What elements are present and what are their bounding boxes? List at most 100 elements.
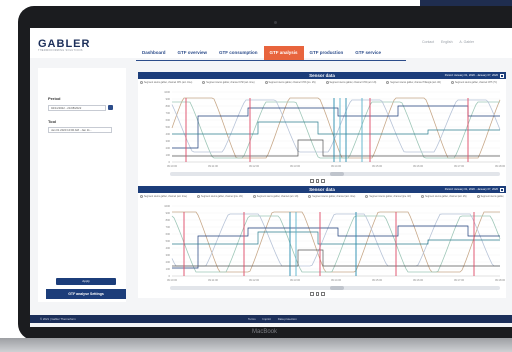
legend-toggle-icon[interactable] [308, 194, 312, 198]
legend-label: Segment stems gabler, channel CH4 (act. … [329, 82, 377, 84]
x-tick-label: 09:14:00 [331, 164, 342, 168]
legend-toggle-icon[interactable] [140, 80, 143, 84]
tab-gtf-production[interactable]: GTF production [304, 46, 350, 60]
y-tick-label: 600 [166, 232, 171, 236]
y-tick-label: 300 [166, 253, 171, 257]
legend-item[interactable]: Segment stems gabler, channel (act. time… [140, 194, 192, 198]
legend-toggle-icon[interactable] [450, 80, 454, 84]
x-tick-label: 09:14:00 [331, 278, 342, 282]
legend-label: Segment stems gabler, channel (pre. kN) [369, 196, 412, 198]
legend-toggle-icon[interactable] [197, 194, 201, 198]
panel-header: Sensor data Period: January 01, 2020 - J… [138, 186, 506, 193]
calendar-icon[interactable] [108, 105, 113, 110]
x-tick-label: 09:12:00 [249, 164, 260, 168]
x-tick-label: 09:13:00 [290, 278, 301, 282]
settings-button[interactable]: GTF analyse Settings [46, 289, 126, 299]
range-slider[interactable] [170, 286, 500, 290]
legend-toggle-icon[interactable] [202, 80, 206, 84]
slider-thumb[interactable] [330, 286, 344, 290]
sensor-panel-2: Sensor data Period: January 01, 2020 - J… [138, 186, 506, 298]
slider-thumb[interactable] [330, 172, 344, 176]
reset-icon[interactable] [315, 292, 319, 296]
zoom-out-icon[interactable] [310, 292, 314, 296]
legend-label: Segment stems gabler, channel (act. time… [144, 196, 188, 198]
legend-toggle-icon[interactable] [365, 194, 369, 198]
apply-button[interactable]: Apply [56, 278, 116, 285]
contact-link[interactable]: Contact [422, 40, 434, 44]
legend-item[interactable]: Segment stems gabler, channel (°C) [476, 194, 504, 198]
laptop-base [0, 338, 512, 352]
y-tick-label: 800 [166, 218, 171, 222]
zoom-out-icon[interactable] [310, 179, 314, 183]
zoom-in-icon[interactable] [321, 179, 325, 183]
period-label: Period [48, 96, 61, 101]
legend-item[interactable]: Segment stems gabler, channel (pre. kN) [197, 194, 248, 198]
series-line [171, 97, 501, 159]
legend-toggle-icon[interactable] [476, 194, 480, 198]
legend-item[interactable]: Segment stems gabler, channel (pre. kN) [365, 194, 416, 198]
app-footer: © 2021 | Gabler Thermoform Terms Imprint… [30, 315, 512, 323]
tab-gtf-overview[interactable]: GTF overview [172, 46, 214, 60]
footer-link-terms[interactable]: Terms [248, 317, 256, 321]
y-tick-label: 0 [169, 160, 171, 164]
legend-item[interactable]: Segment stems gabler, channel CH2 (act. … [202, 80, 259, 84]
y-tick-label: 700 [166, 225, 171, 229]
tab-gtf-service[interactable]: GTF service [349, 46, 387, 60]
y-tick-label: 400 [166, 132, 171, 136]
zoom-in-icon[interactable] [321, 292, 325, 296]
y-tick-label: 500 [166, 125, 171, 129]
x-tick-label: 09:15:00 [372, 164, 383, 168]
range-slider[interactable] [170, 172, 500, 176]
main-nav: Dashboard GTF overview GTF consumption G… [136, 46, 387, 60]
header-actions: Contact English A. Gabler [422, 40, 480, 44]
legend-toggle-icon[interactable] [325, 80, 329, 84]
language-select[interactable]: English [441, 40, 452, 44]
user-menu[interactable]: A. Gabler [459, 40, 474, 44]
legend-item[interactable]: Segment stems gabler, channel (act. time… [308, 194, 360, 198]
zoom-controls [310, 179, 327, 183]
period-input[interactable]: 04/11/2022 - 21/08/2022 [48, 105, 106, 111]
legend-toggle-icon[interactable] [252, 194, 256, 198]
reset-icon[interactable] [315, 179, 319, 183]
y-tick-label: 0 [169, 274, 171, 278]
legend-toggle-icon[interactable] [264, 80, 268, 84]
footer-link-privacy[interactable]: Data protection [278, 317, 297, 321]
x-tick-label: 09:13:00 [290, 164, 301, 168]
legend-item[interactable]: Segment stems gabler, channel CH5 (°C) [450, 80, 502, 84]
sensor-panel-1: Sensor data Period: January 01, 2020 - J… [138, 72, 506, 186]
legend-item[interactable]: Segment stems gabler, channel (act. kN) [421, 194, 472, 198]
nav-divider [136, 60, 406, 61]
panel-period: Period: January 01, 2020 - January 07, 2… [444, 73, 498, 77]
y-tick-label: 700 [166, 111, 171, 115]
legend-label: Segment stems gabler, channel (act. kN) [425, 196, 467, 198]
tab-gtf-consumption[interactable]: GTF consumption [213, 46, 264, 60]
expand-icon[interactable] [500, 187, 504, 192]
filter-sidebar [38, 68, 126, 302]
legend-item[interactable]: Segment stems gabler, channel Tiltangle … [386, 80, 446, 84]
legend-toggle-icon[interactable] [140, 194, 143, 198]
y-tick-label: 100 [166, 267, 171, 271]
tab-dashboard[interactable]: Dashboard [136, 46, 172, 60]
legend-label: Segment stems gabler, channel (pre. kN) [201, 196, 243, 198]
legend-toggle-icon[interactable] [386, 80, 390, 84]
x-tick-label: 09:16:00 [413, 164, 424, 168]
tool-select[interactable]: Jan 01 2020 10:00 AM - Jan 11... [48, 127, 112, 133]
legend-item[interactable]: Segment stems gabler, channel (act. kN) [252, 194, 304, 198]
x-tick-label: 09:18:00 [495, 164, 506, 168]
y-tick-label: 1000 [164, 204, 170, 208]
legend-label: Segment stems gabler, channel Tiltangle … [390, 82, 441, 84]
x-tick-label: 09:17:00 [454, 164, 465, 168]
app-screen: GABLER THERMOFORMING SOLUTIONS Contact E… [30, 28, 512, 327]
y-tick-label: 300 [166, 139, 171, 143]
legend-toggle-icon[interactable] [421, 194, 425, 198]
tab-gtf-analysis[interactable]: GTF analysis [263, 46, 304, 60]
y-tick-label: 200 [166, 260, 171, 264]
y-tick-label: 600 [166, 118, 171, 122]
legend-item[interactable]: Segment stems gabler, channel CH1 (act. … [140, 80, 197, 84]
legend-item[interactable]: Segment stems gabler, channel CH3 (pre. … [264, 80, 321, 84]
zoom-controls [310, 292, 327, 296]
x-tick-label: 09:18:00 [495, 278, 506, 282]
footer-link-imprint[interactable]: Imprint [262, 317, 271, 321]
expand-icon[interactable] [500, 73, 504, 78]
legend-item[interactable]: Segment stems gabler, channel CH4 (act. … [325, 80, 382, 84]
